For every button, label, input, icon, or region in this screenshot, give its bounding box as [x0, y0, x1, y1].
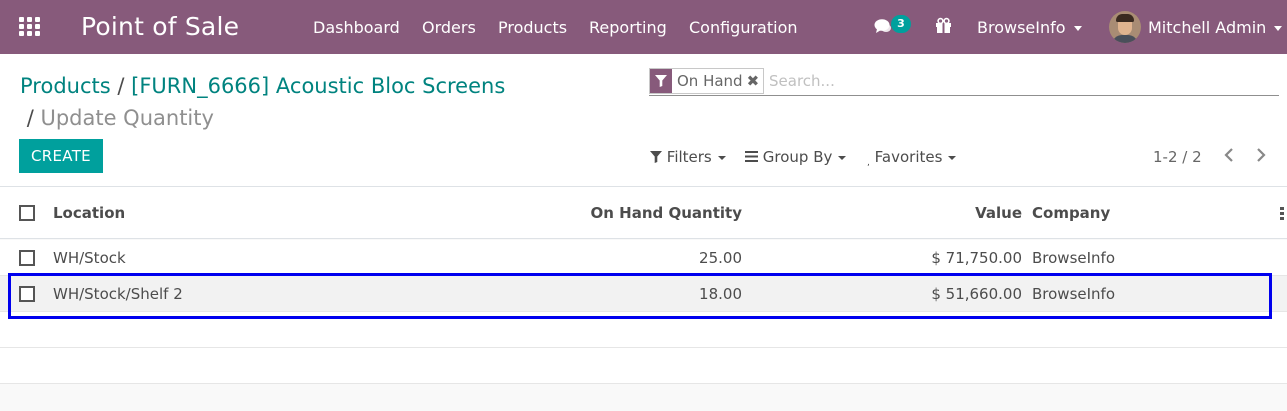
chevron-down-icon	[948, 155, 957, 160]
menu-reporting[interactable]: Reporting	[589, 18, 667, 37]
empty-row	[0, 348, 1287, 384]
pager-previous-icon[interactable]	[1223, 146, 1235, 168]
filter-icon	[650, 69, 672, 93]
app-title: Point of Sale	[81, 12, 240, 41]
pager-next-icon[interactable]	[1255, 146, 1267, 168]
optional-columns-toggle-icon[interactable]	[1280, 207, 1284, 222]
column-location[interactable]: Location	[53, 204, 125, 222]
messages-count-badge: 3	[891, 15, 911, 33]
chevron-down-icon	[838, 155, 847, 160]
breadcrumb-separator: /	[26, 106, 34, 130]
chevron-down-icon	[1274, 26, 1283, 31]
cell-value: $ 71,750.00	[931, 249, 1022, 267]
column-company[interactable]: Company	[1032, 204, 1110, 222]
cell-quantity: 25.00	[699, 249, 742, 267]
breadcrumb-separator: /	[117, 74, 125, 98]
top-navbar: Point of Sale Dashboard Orders Products …	[0, 0, 1287, 54]
search-facet: On Hand ✖	[649, 68, 765, 94]
create-button[interactable]: CREATE	[19, 139, 103, 173]
groupby-label: Group By	[762, 148, 833, 166]
menu-dashboard[interactable]: Dashboard	[313, 18, 400, 37]
row-checkbox[interactable]	[19, 250, 35, 266]
cell-value: $ 51,660.00	[931, 285, 1022, 303]
pager-value[interactable]: 1-2 / 2	[1153, 148, 1202, 166]
user-avatar[interactable]	[1109, 11, 1141, 43]
cell-quantity: 18.00	[699, 285, 742, 303]
breadcrumb-products[interactable]: Products	[20, 74, 111, 98]
list-icon	[745, 151, 758, 162]
facet-label: On Hand	[677, 72, 743, 90]
menu-products[interactable]: Products	[498, 18, 567, 37]
search-bar: On Hand ✖	[649, 68, 1279, 96]
user-menu[interactable]: Mitchell Admin	[1148, 18, 1283, 37]
messages-icon[interactable]	[874, 17, 892, 39]
company-name: BrowseInfo	[977, 18, 1066, 37]
star-icon: ,	[867, 158, 870, 168]
filters-dropdown[interactable]: Filters	[650, 148, 726, 166]
filters-label: Filters	[666, 148, 712, 166]
chevron-down-icon	[717, 155, 726, 160]
table-row[interactable]: WH/Stock 25.00 $ 71,750.00 BrowseInfo	[0, 240, 1287, 276]
empty-row	[0, 312, 1287, 348]
cell-company: BrowseInfo	[1032, 285, 1116, 303]
control-panel: Products / [FURN_6666] Acoustic Bloc Scr…	[0, 54, 1287, 187]
filter-icon	[650, 151, 662, 163]
gift-icon[interactable]	[935, 17, 952, 38]
breadcrumb-current: Update Quantity	[40, 106, 214, 130]
search-input[interactable]	[769, 68, 1269, 94]
column-value[interactable]: Value	[870, 204, 1022, 222]
cell-company: BrowseInfo	[1032, 249, 1116, 267]
column-on-hand-quantity[interactable]: On Hand Quantity	[540, 204, 742, 222]
breadcrumb: Products / [FURN_6666] Acoustic Bloc Scr…	[20, 70, 580, 134]
row-checkbox[interactable]	[19, 286, 35, 302]
company-switcher[interactable]: BrowseInfo	[977, 18, 1082, 37]
chevron-down-icon	[1073, 26, 1082, 31]
table-header: Location On Hand Quantity Value Company	[0, 187, 1287, 239]
groupby-dropdown[interactable]: Group By	[745, 148, 847, 166]
favorites-dropdown[interactable]: , Favorites	[867, 148, 957, 168]
user-name: Mitchell Admin	[1148, 18, 1267, 37]
facet-remove-icon[interactable]: ✖	[747, 72, 764, 90]
menu-configuration[interactable]: Configuration	[689, 18, 798, 37]
table-row[interactable]: WH/Stock/Shelf 2 18.00 $ 51,660.00 Brows…	[0, 276, 1287, 312]
select-all-checkbox[interactable]	[19, 205, 35, 221]
favorites-label: Favorites	[874, 148, 943, 166]
apps-menu-icon[interactable]	[19, 17, 41, 37]
cell-location: WH/Stock	[53, 249, 126, 267]
menu-orders[interactable]: Orders	[422, 18, 476, 37]
breadcrumb-product-item[interactable]: [FURN_6666] Acoustic Bloc Screens	[131, 74, 505, 98]
cell-location: WH/Stock/Shelf 2	[53, 285, 183, 303]
